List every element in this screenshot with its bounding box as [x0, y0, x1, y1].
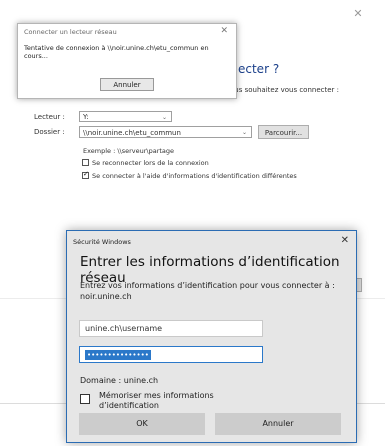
windows-security-dialog: Sécurité Windows ✕ Entrer les informatio… — [66, 230, 357, 443]
popup-cancel-button[interactable]: Annuler — [100, 78, 154, 91]
example-text: Exemple : \\serveur\partage — [83, 147, 175, 155]
drive-select[interactable]: Y: ⌄ — [79, 111, 172, 122]
close-icon[interactable]: ✕ — [341, 235, 349, 246]
popup-message: Tentative de connexion à \\noir.unine.ch… — [24, 44, 209, 60]
chevron-down-icon: ⌄ — [241, 129, 247, 136]
close-icon[interactable]: ✕ — [220, 26, 228, 36]
popup-title: Connecter un lecteur réseau — [24, 28, 117, 36]
folder-label: Dossier : — [34, 128, 65, 136]
dialog-title: Sécurité Windows — [73, 238, 131, 246]
username-input[interactable]: unine.ch\username — [79, 320, 263, 337]
browse-button[interactable]: Parcourir... — [258, 125, 309, 139]
reconnect-checkbox[interactable] — [82, 159, 89, 166]
connection-progress-popup: Connecter un lecteur réseau ✕ Tentative … — [17, 23, 237, 99]
dialog-description: Entrez vos informations d’identification… — [80, 281, 335, 301]
drive-value: Y: — [83, 113, 89, 121]
other-credentials-checkbox[interactable] — [82, 170, 89, 179]
remember-credentials-checkbox[interactable] — [80, 394, 90, 404]
wizard-instruction: s vous souhaitez vous connecter : — [220, 86, 339, 94]
folder-input[interactable]: \\noir.unine.ch\etu_commun ⌄ — [79, 126, 252, 138]
reconnect-label: Se reconnecter lors de la connexion — [92, 159, 209, 167]
remember-credentials-label: Mémoriser mes informations d’identificat… — [99, 391, 214, 410]
wizard-heading: ecter ? — [238, 62, 280, 76]
other-credentials-label: Se connecter à l'aide d'informations d'i… — [92, 172, 297, 180]
password-input[interactable]: ••••••••••••••• — [79, 346, 263, 363]
drive-label: Lecteur : — [34, 113, 65, 121]
ok-button[interactable]: OK — [79, 413, 205, 435]
close-icon[interactable]: ✕ — [352, 8, 364, 20]
folder-value: \\noir.unine.ch\etu_commun — [83, 129, 181, 137]
domain-text: Domaine : unine.ch — [80, 376, 159, 385]
chevron-down-icon: ⌄ — [161, 114, 167, 121]
username-value: unine.ch\username — [85, 324, 163, 333]
cancel-button[interactable]: Annuler — [215, 413, 341, 435]
password-mask: ••••••••••••••• — [85, 350, 151, 360]
